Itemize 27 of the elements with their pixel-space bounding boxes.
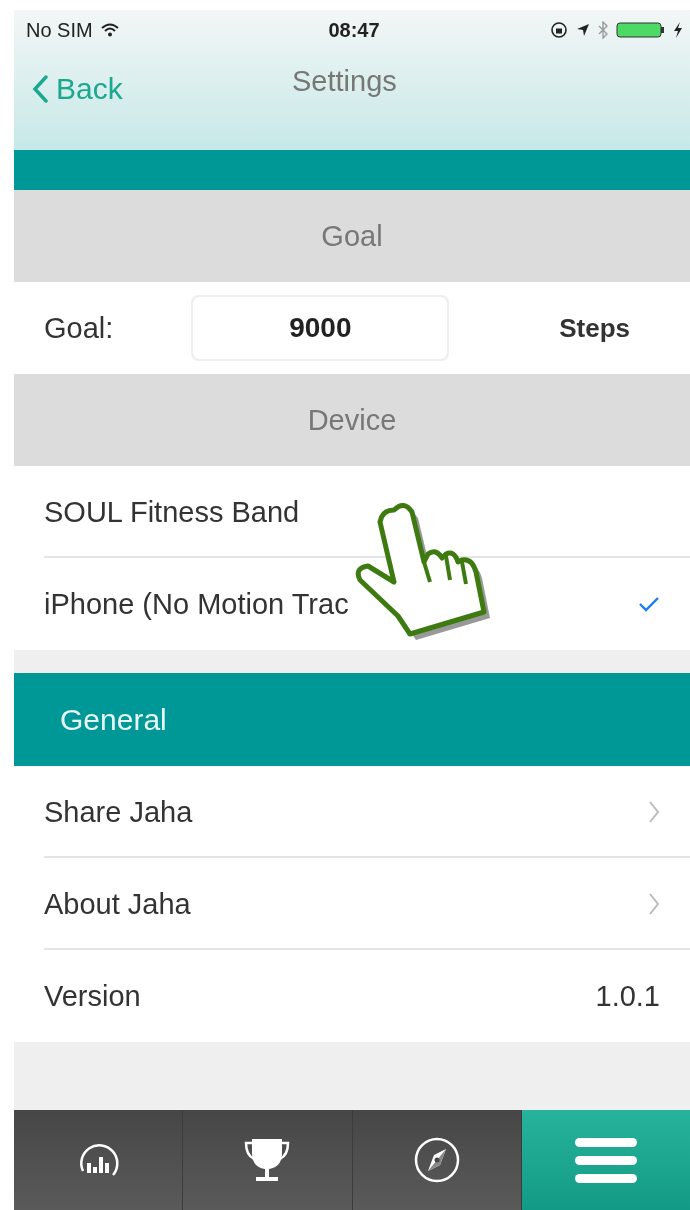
unit-label: Steps [559, 312, 630, 344]
goal-input-field[interactable]: 9000 [191, 295, 450, 361]
charging-bolt-icon [674, 22, 682, 38]
row-label: Share Jaha [44, 795, 193, 829]
settings-row[interactable]: About Jaha [14, 858, 690, 950]
chevron-right-icon [648, 800, 660, 824]
row-label: About Jaha [44, 887, 191, 921]
row-label: Version [44, 979, 141, 1013]
row-label: SOUL Fitness Band [44, 495, 300, 529]
clock-time: 08:47 [328, 18, 380, 42]
section-title: General [60, 702, 167, 737]
chevron-right-icon [648, 892, 660, 916]
rotation-lock-icon [550, 21, 568, 39]
battery-icon [616, 21, 666, 39]
chevron-left-icon [32, 75, 48, 103]
version-value: 1.0.1 [595, 979, 660, 1013]
location-arrow-icon [576, 23, 590, 37]
settings-row[interactable]: SOUL Fitness Band [14, 466, 690, 558]
row-label: Goal: [44, 311, 114, 345]
settings-row[interactable]: Share Jaha [14, 766, 690, 858]
screen-title: Settings [292, 65, 397, 98]
group-header: Goal [14, 190, 690, 282]
wifi-icon [100, 23, 119, 37]
group-header: Device [14, 374, 690, 466]
bluetooth-icon [598, 21, 608, 39]
carrier-label: No SIM [26, 18, 93, 42]
row-label: iPhone (No Motion Trac [44, 587, 349, 621]
